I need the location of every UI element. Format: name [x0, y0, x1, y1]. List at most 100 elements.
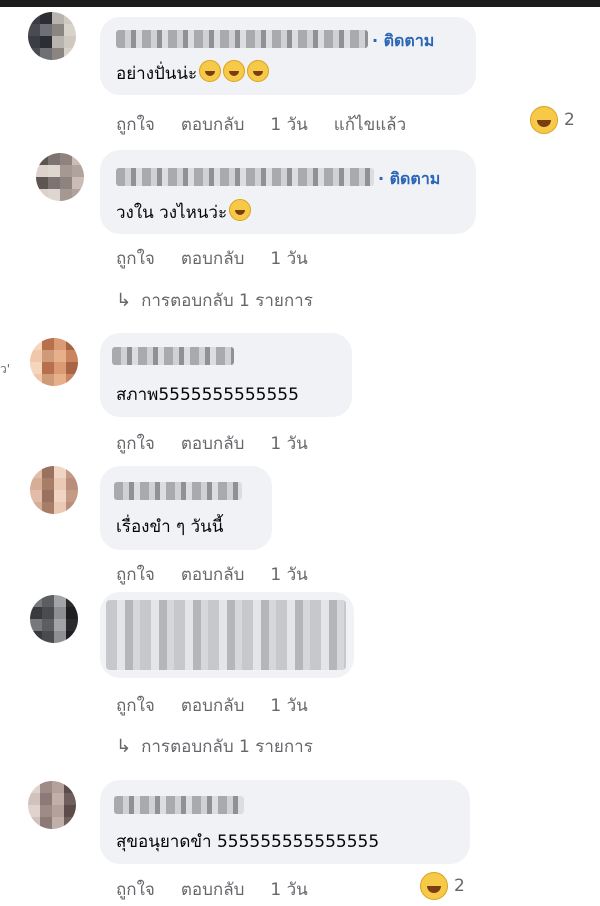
- avatar-pixel: [42, 478, 54, 490]
- avatar-pixel: [60, 165, 72, 177]
- avatar-pixel: [64, 48, 76, 60]
- avatar-pixel: [30, 466, 42, 478]
- avatar-pixel: [42, 631, 54, 643]
- avatar-pixel: [36, 165, 48, 177]
- view-replies-link[interactable]: ↳ การตอบกลับ 1 รายการ: [116, 287, 313, 314]
- avatar-pixel: [66, 478, 78, 490]
- avatar-pixel: [64, 12, 76, 24]
- avatar-pixel: [60, 177, 72, 189]
- avatar-pixel: [30, 350, 42, 362]
- timestamp[interactable]: 1 วัน: [270, 249, 307, 269]
- comment-text: วงใน วงไหนว่ะ: [116, 199, 252, 226]
- avatar-pixel: [64, 793, 76, 805]
- avatar-pixel: [66, 502, 78, 514]
- avatar[interactable]: [28, 12, 76, 60]
- avatar-pixel: [28, 817, 40, 829]
- avatar-pixel: [36, 189, 48, 201]
- avatar-pixel: [54, 595, 66, 607]
- avatar-pixel: [52, 793, 64, 805]
- follow-link[interactable]: · ติดตาม: [378, 167, 440, 192]
- avatar[interactable]: [36, 153, 84, 201]
- comment-text: สุขอนุยาดขำ 555555555555555: [116, 832, 380, 852]
- comment-actions: ถูกใจ ตอบกลับ 1 วัน: [116, 692, 334, 719]
- comment-actions: ถูกใจ ตอบกลับ 1 วัน: [116, 430, 334, 457]
- avatar-pixel: [72, 165, 84, 177]
- avatar-pixel: [54, 490, 66, 502]
- commenter-name-blurred[interactable]: [116, 168, 374, 186]
- commenter-name-blurred[interactable]: [112, 347, 234, 365]
- avatar-pixel: [42, 362, 54, 374]
- avatar-pixel: [66, 490, 78, 502]
- reply-button[interactable]: ตอบกลับ: [181, 249, 245, 269]
- like-button[interactable]: ถูกใจ: [116, 565, 155, 585]
- avatar-pixel: [54, 350, 66, 362]
- avatar-pixel: [28, 12, 40, 24]
- avatar-pixel: [30, 595, 42, 607]
- avatar-pixel: [42, 374, 54, 386]
- reply-button[interactable]: ตอบกลับ: [181, 434, 245, 454]
- grin-icon: [223, 60, 246, 82]
- reply-button[interactable]: ตอบกลับ: [181, 565, 245, 585]
- avatar[interactable]: [30, 466, 78, 514]
- grin-icon: [247, 60, 270, 82]
- edited-label[interactable]: แก้ไขแล้ว: [334, 115, 406, 135]
- avatar-pixel: [36, 153, 48, 165]
- like-button[interactable]: ถูกใจ: [116, 249, 155, 269]
- avatar-pixel: [40, 48, 52, 60]
- reply-arrow-icon: ↳: [116, 736, 132, 757]
- avatar-pixel: [48, 153, 60, 165]
- timestamp[interactable]: 1 วัน: [270, 696, 307, 716]
- avatar[interactable]: [30, 595, 78, 643]
- follow-link[interactable]: · ติดตาม: [372, 29, 434, 54]
- comment-text: สภาพ5555555555555: [116, 385, 299, 405]
- timestamp[interactable]: 1 วัน: [270, 115, 307, 135]
- laugh-emoji-icon: [420, 872, 448, 900]
- avatar-pixel: [72, 153, 84, 165]
- avatar-pixel: [64, 36, 76, 48]
- timestamp[interactable]: 1 วัน: [270, 434, 307, 454]
- commenter-name-blurred[interactable]: [114, 796, 244, 814]
- avatar-pixel: [40, 36, 52, 48]
- comment-actions: ถูกใจ ตอบกลับ 1 วัน: [116, 876, 334, 903]
- like-button[interactable]: ถูกใจ: [116, 696, 155, 716]
- reaction-count[interactable]: 2: [420, 872, 465, 900]
- avatar[interactable]: [28, 781, 76, 829]
- comment-actions: ถูกใจ ตอบกลับ 1 วัน แก้ไขแล้ว: [116, 111, 432, 138]
- avatar-pixel: [72, 177, 84, 189]
- comment-text-blurred: [106, 600, 346, 670]
- reply-arrow-icon: ↳: [116, 290, 132, 311]
- avatar-pixel: [54, 362, 66, 374]
- avatar[interactable]: [30, 338, 78, 386]
- avatar-pixel: [42, 338, 54, 350]
- like-button[interactable]: ถูกใจ: [116, 880, 155, 900]
- commenter-name-blurred[interactable]: [114, 482, 242, 500]
- view-replies-link[interactable]: ↳ การตอบกลับ 1 รายการ: [116, 733, 313, 760]
- avatar-pixel: [52, 781, 64, 793]
- grin-icon: [199, 60, 222, 82]
- commenter-name-blurred[interactable]: [116, 30, 368, 48]
- reply-button[interactable]: ตอบกลับ: [181, 696, 245, 716]
- like-button[interactable]: ถูกใจ: [116, 434, 155, 454]
- like-button[interactable]: ถูกใจ: [116, 115, 155, 135]
- reaction-count[interactable]: 2: [530, 106, 575, 134]
- avatar-pixel: [52, 12, 64, 24]
- avatar-pixel: [54, 478, 66, 490]
- avatar-pixel: [54, 631, 66, 643]
- avatar-pixel: [66, 350, 78, 362]
- avatar-pixel: [66, 631, 78, 643]
- avatar-pixel: [40, 24, 52, 36]
- reply-button[interactable]: ตอบกลับ: [181, 115, 245, 135]
- side-text: ว': [0, 362, 11, 376]
- avatar-pixel: [40, 12, 52, 24]
- reply-button[interactable]: ตอบกลับ: [181, 880, 245, 900]
- avatar-pixel: [48, 177, 60, 189]
- avatar-pixel: [42, 350, 54, 362]
- avatar-pixel: [42, 607, 54, 619]
- avatar-pixel: [64, 805, 76, 817]
- avatar-pixel: [64, 817, 76, 829]
- avatar-pixel: [40, 781, 52, 793]
- timestamp[interactable]: 1 วัน: [270, 880, 307, 900]
- avatar-pixel: [30, 490, 42, 502]
- avatar-pixel: [54, 466, 66, 478]
- timestamp[interactable]: 1 วัน: [270, 565, 307, 585]
